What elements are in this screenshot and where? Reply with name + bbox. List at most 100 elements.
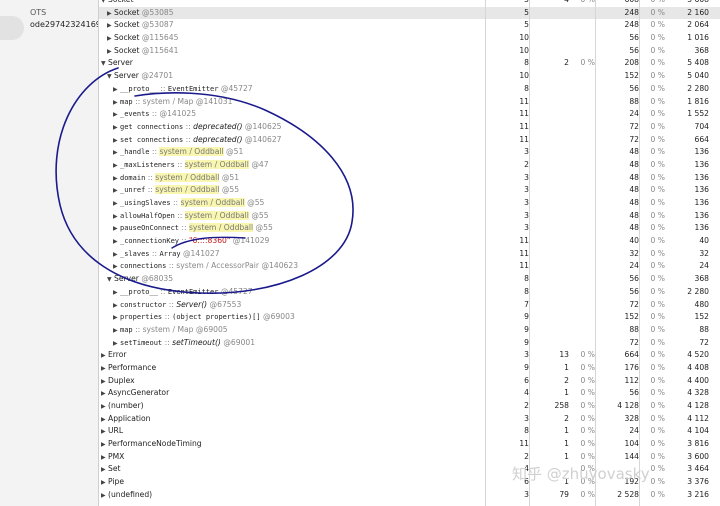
name-cell: ▶ _maxListeners :: system / Oddball @47	[99, 159, 499, 173]
retained-pct-cell: 0 %	[650, 71, 665, 81]
object-row[interactable]: ▶ Socket @115645 10 56 0 % 1 016	[99, 32, 720, 45]
constructor-row[interactable]: ▶ (number) 2 258 0 % 4 128 0 % 4 128	[99, 400, 720, 413]
retained-size-cell: 48	[629, 172, 639, 182]
retainer-row[interactable]: ▶ _connectionKey :: "6::::8360" @141029 11…	[99, 235, 720, 248]
name-cell: ▶ Socket @53087	[99, 19, 493, 33]
retained-size-cell: 56	[629, 33, 639, 43]
shallow-count-cell: 1	[564, 439, 569, 449]
total-size-cell: 4 400	[687, 375, 709, 385]
retainer-row[interactable]: ▶ __proto__ :: EventEmitter @45727 8 56 0 % 2…	[99, 83, 720, 96]
collapsed-triangle-icon[interactable]: ▶	[101, 490, 108, 503]
retainer-row[interactable]: ▶ map :: system / Map @141031 11 88 0 % 1 816	[99, 96, 720, 109]
retained-size-cell: 112	[624, 375, 640, 385]
retainer-row[interactable]: ▶ setTimeout :: setTimeout() @69001 9 72 0 %…	[99, 337, 720, 350]
name-part: system / Oddball	[155, 185, 220, 195]
name-part: properties	[120, 313, 163, 322]
constructor-row[interactable]: ▶ (undefined) 3 79 0 % 2 528 0 % 3 216	[99, 489, 720, 502]
retained-pct-cell: 0 %	[650, 299, 665, 309]
retainer-row[interactable]: ▶ __proto__ :: EventEmitter @45727 8 56 0 % 2…	[99, 286, 720, 299]
total-size-cell: 3 600	[687, 451, 709, 461]
name-part: ::	[179, 236, 189, 246]
retainer-row[interactable]: ▶ connections :: system / AccessorPair @1…	[99, 260, 720, 273]
retainer-row[interactable]: ▶ domain :: system / Oddball @51 3 48 0 % 136	[99, 172, 720, 185]
constructor-row[interactable]: ▶ URL 8 1 0 % 24 0 % 4 104	[99, 425, 720, 438]
retained-size-cell: 48	[629, 185, 639, 195]
total-size-cell: 4 112	[687, 413, 709, 423]
retainer-row[interactable]: ▶ _events :: @141025 11 24 0 % 1 552	[99, 108, 720, 121]
constructor-row[interactable]: ▶ AsyncGenerator 4 1 0 % 56 0 % 4 328	[99, 387, 720, 400]
sidebar-section-label: OTS	[30, 8, 47, 17]
name-cell: ▶ Set	[99, 463, 487, 477]
total-size-cell: 88	[699, 324, 709, 334]
total-size-cell: 5 408	[687, 58, 709, 68]
retainer-row[interactable]: ▶ constructor :: Server() @67553 7 72 0 % 480	[99, 299, 720, 312]
name-part: (undefined)	[108, 489, 153, 499]
constructor-row[interactable]: ▶ Duplex 6 2 0 % 112 0 % 4 400	[99, 375, 720, 388]
retainer-row[interactable]: ▶ get connections :: deprecated() @140625…	[99, 121, 720, 134]
name-part: AsyncGenerator	[108, 388, 170, 398]
object-row[interactable]: ▶ Socket @115641 10 56 0 % 368	[99, 45, 720, 58]
object-row[interactable]: ▼ Server @68035 8 56 0 % 368	[99, 273, 720, 286]
object-row[interactable]: ▼ Server @24701 10 152 0 % 5 040	[99, 70, 720, 83]
retainer-row[interactable]: ▶ pauseOnConnect :: system / Oddball @55 3…	[99, 222, 720, 235]
shallow-pct-cell: 0 %	[580, 375, 595, 385]
name-cell: ▶ _handle :: system / Oddball @51	[99, 146, 499, 160]
name-part: ::	[179, 223, 189, 233]
retained-pct-cell: 0 %	[650, 7, 665, 17]
retainer-row[interactable]: ▶ _maxListeners :: system / Oddball @47 2 4…	[99, 159, 720, 172]
object-row[interactable]: ▶ Socket @53087 5 248 0 % 2 064	[99, 19, 720, 32]
heap-summary-grid: ▼Socket540 %6080 %5 608▶Socket @53085524…	[99, 0, 720, 502]
total-size-cell: 3 816	[687, 439, 709, 449]
retainer-row[interactable]: ▶ properties :: (object properties)[] @69…	[99, 311, 720, 324]
retainer-row[interactable]: ▶ _usingSlaves :: system / Oddball @55 3 48…	[99, 197, 720, 210]
name-cell: ▶ Application	[99, 413, 487, 427]
retained-size-cell: 72	[629, 337, 639, 347]
retainer-row[interactable]: ▶ allowHalfOpen :: system / Oddball @55 3 4…	[99, 210, 720, 223]
retained-pct-cell: 0 %	[650, 286, 665, 296]
distance-cell: 3	[524, 147, 529, 157]
name-part: ::	[145, 185, 156, 195]
retained-pct-cell: 0 %	[650, 248, 665, 258]
total-size-cell: 5 608	[665, 0, 709, 7]
retainer-row[interactable]: ▶ map :: system / Map @69005 9 88 0 % 88	[99, 324, 720, 337]
name-part: Server()	[176, 299, 208, 309]
constructor-row[interactable]: ▼ Server 8 2 0 % 208 0 % 5 408	[99, 57, 720, 70]
distance-cell: 11	[519, 121, 529, 131]
constructor-row[interactable]: ▶ PMX 2 1 0 % 144 0 % 3 600	[99, 451, 720, 464]
retained-pct-cell: 0 %	[650, 96, 665, 106]
name-cell: ▶ _events :: @141025	[99, 108, 499, 122]
retained-pct-cell: 0 %	[650, 350, 665, 360]
retainer-row[interactable]: ▶ set connections :: deprecated() @140627…	[99, 134, 720, 147]
retainer-row[interactable]: ▶ _unref :: system / Oddball @55 3 48 0 % 136	[99, 184, 720, 197]
constructor-row[interactable]: ▶ Error 3 13 0 % 664 0 % 4 520	[99, 349, 720, 362]
constructor-row[interactable]: ▶ Application 3 2 0 % 328 0 % 4 112	[99, 413, 720, 426]
retained-size-cell: 24	[629, 109, 639, 119]
name-part: Socket	[114, 33, 140, 43]
name-part: ::	[145, 172, 156, 182]
object-row[interactable]: ▶ Socket @53085 5 248 0 % 2 160	[99, 6, 720, 20]
retainer-row[interactable]: ▶ _slaves :: Array @141027 11 32 0 % 32	[99, 248, 720, 261]
name-cell: ▶ properties :: (object properties)[] @69…	[99, 311, 499, 325]
retained-size-cell: 208	[624, 58, 640, 68]
retained-size-cell: 24	[629, 261, 639, 271]
name-cell: ▶ pauseOnConnect :: system / Oddball @55	[99, 222, 499, 236]
shallow-pct-cell: 0 %	[580, 350, 595, 360]
shallow-count-cell: 4	[529, 0, 569, 7]
name-part: @140625	[242, 121, 282, 131]
retainer-row[interactable]: ▶ _handle :: system / Oddball @51 3 48 0 % 13…	[99, 146, 720, 159]
constructor-row[interactable]: ▶ PerformanceNodeTiming 11 1 0 % 104 0 % 3 816	[99, 438, 720, 451]
retained-pct-cell: 0 %	[650, 210, 665, 220]
retained-pct-cell: 0 %	[650, 147, 665, 157]
retained-size-cell: 56	[629, 388, 639, 398]
constructor-row[interactable]: ▶ Performance 9 1 0 % 176 0 % 4 408	[99, 362, 720, 375]
name-part: pauseOnConnect	[120, 224, 180, 233]
name-part: _connectionKey	[120, 237, 180, 246]
constructor-row[interactable]: ▼Socket540 %6080 %5 608	[99, 0, 720, 7]
distance-cell: 3	[524, 198, 529, 207]
retained-pct-cell: 0 %	[650, 261, 665, 271]
distance-cell: 10	[519, 33, 529, 43]
shallow-count-cell: 79	[559, 489, 569, 499]
column-divider	[485, 0, 486, 506]
name-part: _events	[120, 110, 150, 119]
snapshot-item[interactable]: ode29742324169	[30, 20, 98, 29]
